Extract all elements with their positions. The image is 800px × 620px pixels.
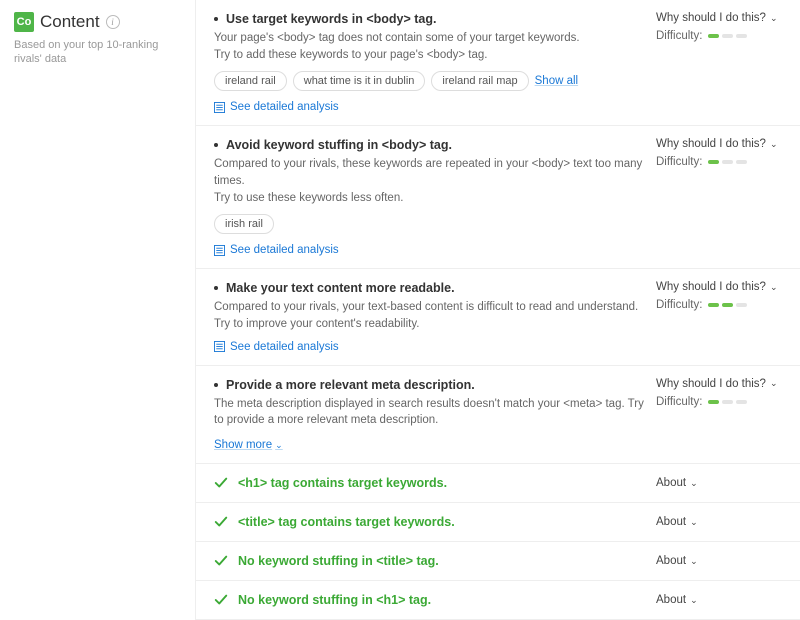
difficulty-bar: [708, 34, 719, 38]
pass-item: No keyword stuffing in <title> tag. Abou…: [196, 542, 800, 581]
pass-item: <h1> tag contains target keywords. About…: [196, 464, 800, 503]
issue-description: The meta description displayed in search…: [214, 396, 644, 429]
info-icon[interactable]: i: [106, 15, 120, 29]
difficulty-bar: [722, 160, 733, 164]
why-link[interactable]: Why should I do this?⌄: [656, 378, 786, 390]
check-icon: [214, 515, 228, 529]
chevron-down-icon: ⌄: [275, 440, 283, 451]
issue-title: Avoid keyword stuffing in <body> tag.: [226, 138, 452, 152]
chevron-down-icon: ⌄: [770, 378, 778, 389]
difficulty-meter: Difficulty:: [656, 396, 786, 408]
chevron-down-icon: ⌄: [770, 282, 778, 293]
keyword-chip-row: ireland rail what time is it in dublinire…: [214, 71, 644, 91]
keyword-chip[interactable]: ireland rail map: [431, 71, 528, 91]
bullet-icon: [214, 383, 218, 387]
difficulty-bar: [708, 400, 719, 404]
why-link[interactable]: Why should I do this?⌄: [656, 12, 786, 24]
issue-item: Avoid keyword stuffing in <body> tag. Co…: [196, 126, 800, 269]
keyword-chip-row: irish rail: [214, 214, 644, 234]
bullet-icon: [214, 143, 218, 147]
see-detail-link[interactable]: See detailed analysis: [214, 341, 644, 353]
why-link[interactable]: Why should I do this?⌄: [656, 138, 786, 150]
chevron-down-icon: ⌄: [690, 556, 698, 567]
difficulty-bar: [736, 400, 747, 404]
issue-title: Use target keywords in <body> tag.: [226, 12, 436, 26]
issue-list: Use target keywords in <body> tag. Your …: [195, 0, 800, 620]
keyword-chip[interactable]: irish rail: [214, 214, 274, 234]
check-icon: [214, 554, 228, 568]
issue-description: Your page's <body> tag does not contain …: [214, 30, 644, 63]
check-icon: [214, 476, 228, 490]
difficulty-bar: [736, 303, 747, 307]
difficulty-bar: [708, 160, 719, 164]
difficulty-bar: [736, 160, 747, 164]
keyword-chip[interactable]: what time is it in dublin: [293, 71, 426, 91]
keyword-chip[interactable]: ireland rail: [214, 71, 287, 91]
pass-text: <h1> tag contains target keywords.: [238, 476, 447, 490]
pass-item: No keyword stuffing in <h1> tag. About⌄: [196, 581, 800, 620]
chevron-down-icon: ⌄: [770, 139, 778, 150]
about-link[interactable]: About⌄: [656, 477, 786, 489]
issue-description: Compared to your rivals, your text-based…: [214, 299, 644, 332]
pass-text: <title> tag contains target keywords.: [238, 515, 455, 529]
issue-title: Provide a more relevant meta description…: [226, 378, 475, 392]
chevron-down-icon: ⌄: [690, 595, 698, 606]
chevron-down-icon: ⌄: [770, 13, 778, 24]
about-link[interactable]: About⌄: [656, 516, 786, 528]
difficulty-bar: [722, 303, 733, 307]
chevron-down-icon: ⌄: [690, 478, 698, 489]
difficulty-meter: Difficulty:: [656, 30, 786, 42]
difficulty-bar: [722, 400, 733, 404]
difficulty-bar: [708, 303, 719, 307]
issue-description: Compared to your rivals, these keywords …: [214, 156, 644, 206]
pass-item: <title> tag contains target keywords. Ab…: [196, 503, 800, 542]
show-more-link[interactable]: Show more ⌄: [214, 439, 283, 451]
see-detail-link[interactable]: See detailed analysis: [214, 101, 644, 113]
bullet-icon: [214, 17, 218, 21]
section-badge: Co: [14, 12, 34, 32]
difficulty-meter: Difficulty:: [656, 299, 786, 311]
chevron-down-icon: ⌄: [690, 517, 698, 528]
issue-title: Make your text content more readable.: [226, 281, 455, 295]
section-title: Content: [40, 12, 100, 32]
about-link[interactable]: About⌄: [656, 594, 786, 606]
difficulty-bar: [736, 34, 747, 38]
issue-item: Make your text content more readable. Co…: [196, 269, 800, 365]
about-link[interactable]: About⌄: [656, 555, 786, 567]
sidebar: Co Content i Based on your top 10-rankin…: [0, 0, 195, 620]
pass-text: No keyword stuffing in <h1> tag.: [238, 593, 431, 607]
difficulty-bar: [722, 34, 733, 38]
why-link[interactable]: Why should I do this?⌄: [656, 281, 786, 293]
section-subtitle: Based on your top 10-ranking rivals' dat…: [14, 38, 185, 67]
check-icon: [214, 593, 228, 607]
bullet-icon: [214, 286, 218, 290]
pass-text: No keyword stuffing in <title> tag.: [238, 554, 439, 568]
show-all-link[interactable]: Show all: [535, 75, 578, 87]
difficulty-meter: Difficulty:: [656, 156, 786, 168]
see-detail-link[interactable]: See detailed analysis: [214, 244, 644, 256]
issue-item: Use target keywords in <body> tag. Your …: [196, 0, 800, 126]
issue-item: Provide a more relevant meta description…: [196, 366, 800, 464]
